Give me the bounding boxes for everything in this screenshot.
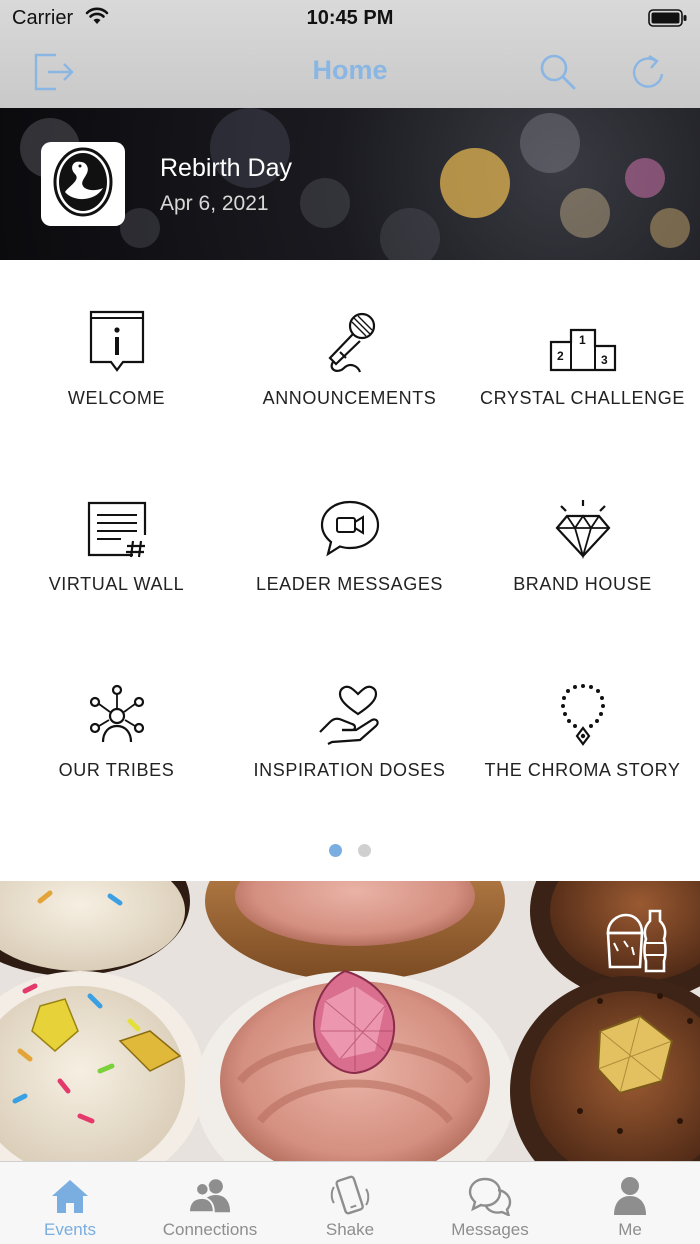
cupcakes-illustration <box>0 881 700 1161</box>
tab-me[interactable]: Me <box>560 1162 700 1244</box>
tile-our-tribes[interactable]: OUR TRIBES <box>0 632 233 818</box>
tab-label: Connections <box>162 1220 258 1239</box>
bokeh-light <box>300 178 350 228</box>
tile-label: INSPIRATION DOSES <box>253 760 446 780</box>
search-icon[interactable] <box>536 50 580 94</box>
page-title: Home <box>312 55 388 85</box>
svg-text:2: 2 <box>557 349 564 363</box>
tile-inspiration-doses[interactable]: INSPIRATION DOSES <box>233 632 466 818</box>
tile-label: CRYSTAL CHALLENGE <box>480 388 685 408</box>
tab-events[interactable]: Events <box>0 1162 140 1244</box>
tile-label: OUR TRIBES <box>58 760 175 780</box>
tab-bar: Events Connections Shake Messages Me <box>0 1161 700 1244</box>
tab-label: Events <box>44 1220 96 1239</box>
heart-hand-icon <box>315 680 385 750</box>
tab-label: Shake <box>325 1220 375 1239</box>
battery-icon <box>648 8 688 33</box>
status-time: 10:45 PM <box>306 7 394 29</box>
shake-phone-icon <box>328 1174 372 1218</box>
svg-text:1: 1 <box>579 333 586 347</box>
event-title: Rebirth Day <box>160 154 292 182</box>
microphone-icon <box>315 308 385 378</box>
info-icon <box>82 308 152 378</box>
diamond-icon <box>548 494 618 564</box>
event-logo <box>41 142 125 226</box>
promo-image[interactable] <box>0 881 700 1161</box>
people-icon <box>188 1174 232 1218</box>
event-date: Apr 6, 2021 <box>160 192 269 215</box>
tile-label: THE CHROMA STORY <box>484 760 681 780</box>
bokeh-light <box>120 208 160 248</box>
tile-brand-house[interactable]: BRAND HOUSE <box>466 446 699 632</box>
bokeh-light <box>520 113 580 173</box>
status-bar: Carrier 10:45 PM <box>0 0 700 36</box>
bokeh-light <box>380 208 440 260</box>
tile-welcome[interactable]: WELCOME <box>0 260 233 446</box>
top-bar: Carrier 10:45 PM Home <box>0 0 700 108</box>
page-indicator[interactable] <box>0 844 700 858</box>
necklace-icon <box>548 680 618 750</box>
video-chat-icon <box>315 494 385 564</box>
tile-crystal-challenge[interactable]: 1 2 3 CRYSTAL CHALLENGE <box>466 260 699 446</box>
nav-bar: Home <box>0 36 700 108</box>
tab-shake[interactable]: Shake <box>280 1162 420 1244</box>
tile-chroma-story[interactable]: THE CHROMA STORY <box>466 632 699 818</box>
tile-label: ANNOUNCEMENTS <box>262 388 437 408</box>
tile-virtual-wall[interactable]: VIRTUAL WALL <box>0 446 233 632</box>
podium-icon: 1 2 3 <box>548 308 618 378</box>
tile-leader-messages[interactable]: LEADER MESSAGES <box>233 446 466 632</box>
bokeh-light <box>560 188 610 238</box>
chat-bubbles-icon <box>468 1174 512 1218</box>
tab-label: Me <box>618 1220 642 1239</box>
bokeh-light <box>625 158 665 198</box>
event-banner[interactable]: Rebirth Day Apr 6, 2021 <box>0 108 700 260</box>
community-icon <box>82 680 152 750</box>
tile-announcements[interactable]: ANNOUNCEMENTS <box>233 260 466 446</box>
bokeh-light <box>440 148 510 218</box>
bokeh-light <box>650 208 690 248</box>
feature-grid: WELCOME ANNOUNCEMENTS 1 2 3 CRYSTAL CHAL… <box>0 260 700 830</box>
wall-post-icon <box>82 494 152 564</box>
food-drink-icon[interactable] <box>604 907 670 982</box>
tile-label: VIRTUAL WALL <box>48 574 185 594</box>
tile-label: WELCOME <box>67 388 166 408</box>
swan-logo-icon <box>51 146 115 223</box>
svg-text:3: 3 <box>601 353 608 367</box>
refresh-icon[interactable] <box>626 50 670 94</box>
tab-messages[interactable]: Messages <box>420 1162 560 1244</box>
page-dot-active[interactable] <box>329 844 342 857</box>
home-icon <box>48 1174 92 1218</box>
tab-label: Messages <box>451 1220 529 1239</box>
tile-label: BRAND HOUSE <box>513 574 652 594</box>
page-dot[interactable] <box>358 844 371 857</box>
tab-connections[interactable]: Connections <box>140 1162 280 1244</box>
person-icon <box>608 1174 652 1218</box>
tile-label: LEADER MESSAGES <box>255 574 444 594</box>
